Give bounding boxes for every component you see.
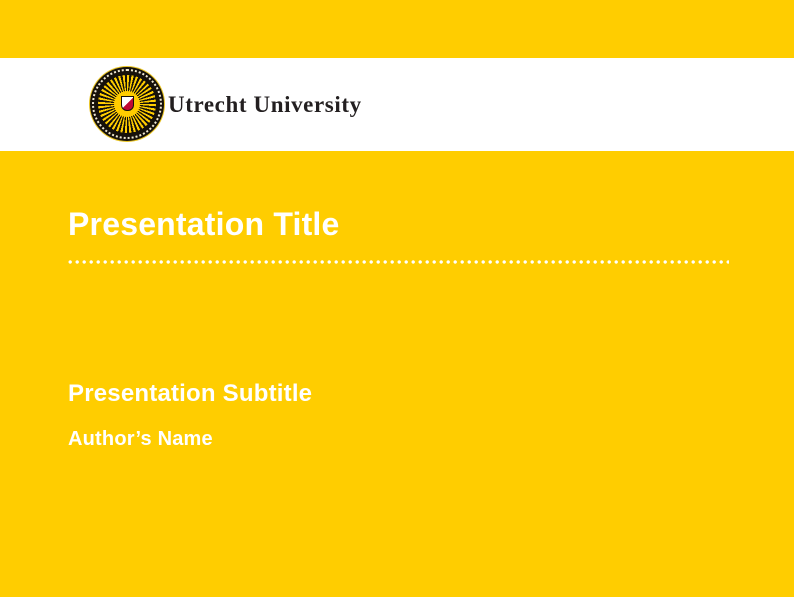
university-wordmark: Utrecht University [168, 58, 362, 151]
presentation-subtitle: Presentation Subtitle [68, 380, 312, 408]
author-name: Author’s Name [68, 428, 213, 451]
sun-core [114, 91, 140, 117]
presentation-title: Presentation Title [68, 206, 340, 243]
header-band: Utrecht University [0, 58, 794, 151]
utrecht-shield-icon [121, 96, 134, 111]
slide-background: Utrecht University Presentation Title Pr… [0, 0, 794, 597]
dotted-divider [68, 259, 729, 265]
utrecht-sun-seal-icon [90, 67, 164, 141]
